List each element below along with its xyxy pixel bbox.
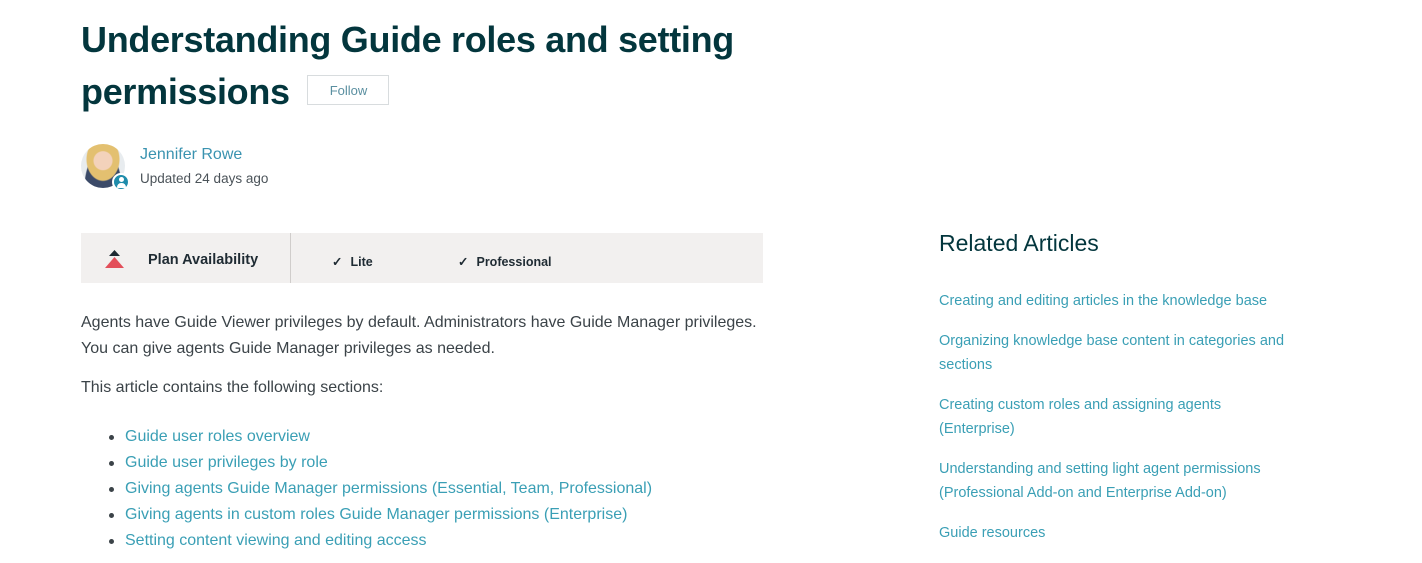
section-link-privileges-by-role[interactable]: Guide user privileges by role bbox=[125, 454, 328, 471]
related-article-item: Creating custom roles and assigning agen… bbox=[939, 393, 1299, 441]
article-title-text: Understanding Guide roles and setting pe… bbox=[81, 19, 734, 112]
section-link-custom-roles[interactable]: Giving agents in custom roles Guide Mana… bbox=[125, 506, 627, 523]
plan-option-professional: ✓ Professional bbox=[458, 254, 552, 269]
related-article-link[interactable]: Organizing knowledge base content in cat… bbox=[939, 333, 1284, 373]
section-list-item: Setting content viewing and editing acce… bbox=[81, 528, 652, 554]
plan-option-lite: ✓ Lite bbox=[332, 254, 373, 269]
intro-paragraph: Agents have Guide Viewer privileges by d… bbox=[81, 314, 757, 357]
related-article-item: Understanding and setting light agent pe… bbox=[939, 457, 1299, 505]
section-list-item: Giving agents in custom roles Guide Mana… bbox=[81, 502, 652, 528]
related-articles-list: Creating and editing articles in the kno… bbox=[939, 289, 1299, 561]
section-list-item: Guide user privileges by role bbox=[81, 450, 652, 476]
user-icon bbox=[112, 173, 130, 191]
section-list: Guide user roles overview Guide user pri… bbox=[81, 424, 652, 554]
section-link-manager-permissions[interactable]: Giving agents Guide Manager permissions … bbox=[125, 480, 652, 497]
check-icon: ✓ bbox=[458, 255, 469, 269]
plan-divider bbox=[290, 233, 291, 283]
section-list-item: Guide user roles overview bbox=[81, 424, 652, 450]
related-article-link[interactable]: Creating custom roles and assigning agen… bbox=[939, 397, 1221, 437]
related-article-link[interactable]: Understanding and setting light agent pe… bbox=[939, 461, 1261, 501]
follow-button[interactable]: Follow bbox=[307, 75, 390, 106]
related-article-link[interactable]: Creating and editing articles in the kno… bbox=[939, 293, 1267, 309]
plan-option-label: Professional bbox=[476, 255, 552, 269]
section-link-content-access[interactable]: Setting content viewing and editing acce… bbox=[125, 532, 427, 549]
article-title: Understanding Guide roles and setting pe… bbox=[81, 14, 761, 118]
related-article-item: Guide resources bbox=[939, 521, 1299, 545]
related-article-item: Organizing knowledge base content in cat… bbox=[939, 329, 1299, 377]
related-articles-title: Related Articles bbox=[939, 230, 1099, 256]
plan-logo-icon bbox=[105, 250, 124, 268]
plan-availability-label: Plan Availability bbox=[148, 252, 259, 268]
related-article-item: Creating and editing articles in the kno… bbox=[939, 289, 1299, 313]
section-link-roles-overview[interactable]: Guide user roles overview bbox=[125, 428, 310, 445]
check-icon: ✓ bbox=[332, 255, 343, 269]
section-list-item: Giving agents Guide Manager permissions … bbox=[81, 476, 652, 502]
updated-timestamp: Updated 24 days ago bbox=[140, 171, 269, 186]
author-name-link[interactable]: Jennifer Rowe bbox=[140, 146, 242, 164]
sections-intro: This article contains the following sect… bbox=[81, 379, 384, 396]
plan-option-label: Lite bbox=[350, 255, 373, 269]
related-article-link[interactable]: Guide resources bbox=[939, 525, 1045, 541]
plan-availability-banner: Plan Availability ✓ Lite ✓ Professional bbox=[81, 233, 763, 283]
